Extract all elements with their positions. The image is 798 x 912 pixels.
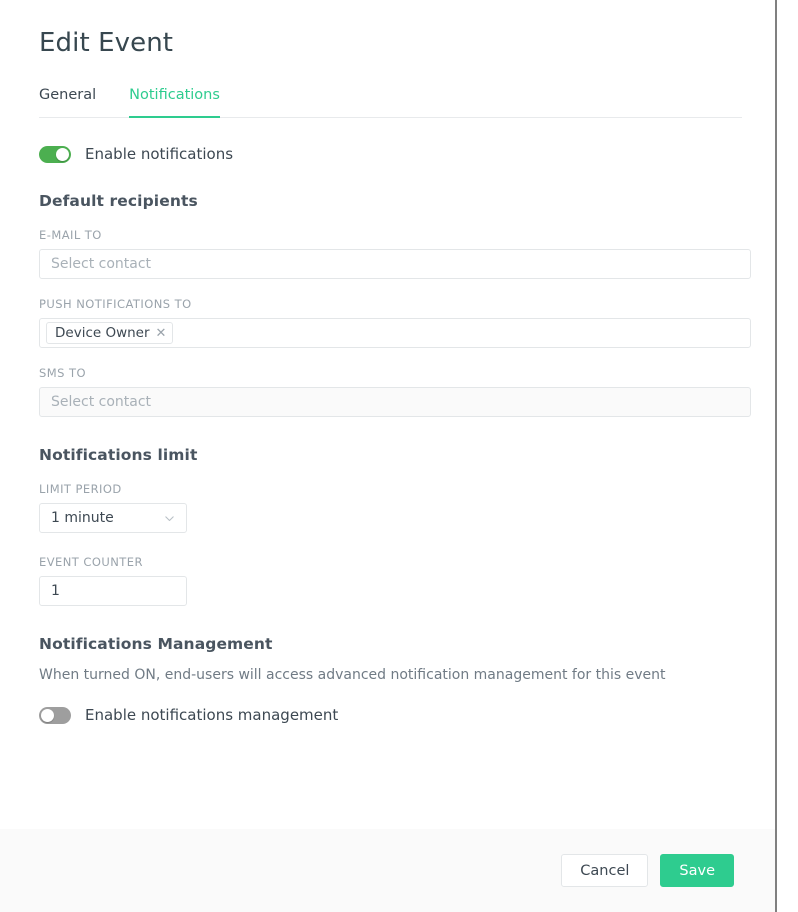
event-counter-value: 1 xyxy=(51,583,60,599)
dialog-body: Edit Event General Notifications Enable … xyxy=(0,0,776,829)
cancel-button[interactable]: Cancel xyxy=(561,854,649,887)
dialog-content: Edit Event General Notifications Enable … xyxy=(0,0,776,724)
event-counter-field: EVENT COUNTER 1 xyxy=(39,555,742,606)
push-notifications-to-label: PUSH NOTIFICATIONS TO xyxy=(39,297,192,311)
enable-notifications-label: Enable notifications xyxy=(85,145,234,163)
limit-period-value: 1 minute xyxy=(51,510,114,526)
email-to-placeholder: Select contact xyxy=(51,256,152,272)
enable-notifications-toggle[interactable] xyxy=(39,145,71,163)
limit-period-label: LIMIT PERIOD xyxy=(39,482,122,496)
toggle-knob xyxy=(41,708,54,722)
push-notifications-to-input[interactable]: Device Owner ✕ xyxy=(39,318,751,348)
sms-to-label: SMS TO xyxy=(39,366,86,380)
email-to-input[interactable]: Select contact xyxy=(39,249,751,279)
email-to-label: E-MAIL TO xyxy=(39,228,102,242)
enable-notifications-row: Enable notifications xyxy=(39,145,742,163)
page-title: Edit Event xyxy=(39,28,174,58)
push-notifications-to-field: PUSH NOTIFICATIONS TO Device Owner ✕ xyxy=(39,297,751,348)
limit-period-field: LIMIT PERIOD 1 minute xyxy=(39,482,742,533)
sms-to-placeholder: Select contact xyxy=(51,394,152,410)
enable-notifications-management-label: Enable notifications management xyxy=(85,706,339,724)
default-recipients-heading: Default recipients xyxy=(39,192,198,210)
sms-to-input[interactable]: Select contact xyxy=(39,387,751,417)
notifications-limit-heading: Notifications limit xyxy=(39,446,198,464)
tab-general[interactable]: General xyxy=(39,86,96,117)
dialog-footer: Cancel Save xyxy=(0,829,776,912)
event-counter-input[interactable]: 1 xyxy=(39,576,187,606)
recipient-chip-label: Device Owner xyxy=(55,325,150,341)
enable-notifications-management-toggle[interactable] xyxy=(39,706,71,724)
chevron-down-icon xyxy=(164,513,175,524)
email-to-field: E-MAIL TO Select contact xyxy=(39,228,751,279)
tab-bar: General Notifications xyxy=(39,84,742,118)
limit-period-select[interactable]: 1 minute xyxy=(39,503,187,533)
recipient-chip[interactable]: Device Owner ✕ xyxy=(46,322,174,344)
toggle-knob xyxy=(56,147,69,161)
edit-event-dialog: Edit Event General Notifications Enable … xyxy=(0,0,798,912)
save-button[interactable]: Save xyxy=(660,854,734,887)
close-icon[interactable]: ✕ xyxy=(156,327,167,340)
dialog-panel: Edit Event General Notifications Enable … xyxy=(0,0,776,912)
notifications-management-row: Enable notifications management xyxy=(39,706,742,724)
right-gutter xyxy=(777,0,798,912)
sms-to-field: SMS TO Select contact xyxy=(39,366,751,417)
notifications-management-description: When turned ON, end-users will access ad… xyxy=(39,667,666,683)
tab-notifications[interactable]: Notifications xyxy=(129,86,220,118)
event-counter-label: EVENT COUNTER xyxy=(39,555,143,569)
notifications-management-heading: Notifications Management xyxy=(39,635,273,653)
